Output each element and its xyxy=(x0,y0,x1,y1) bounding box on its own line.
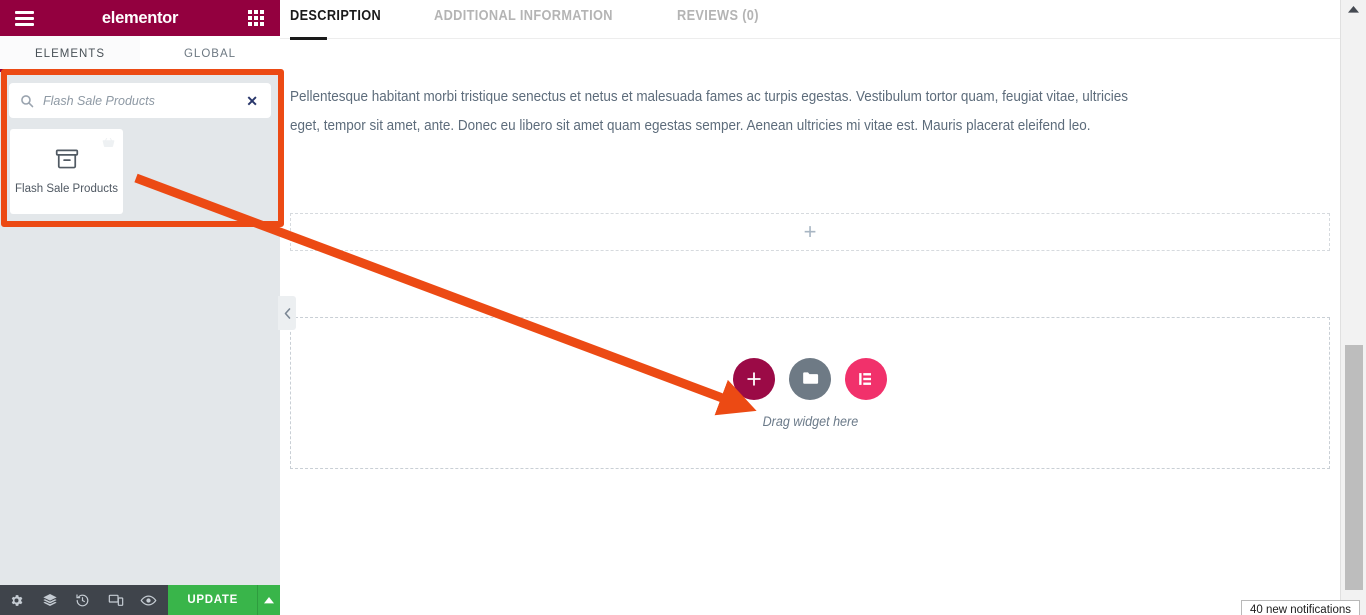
scrollbar-thumb[interactable] xyxy=(1345,345,1363,590)
tab-description[interactable]: DESCRIPTION xyxy=(290,8,381,40)
drag-widget-dropzone[interactable]: Drag widget here xyxy=(290,317,1330,469)
widget-card-flash-sale-products[interactable]: Flash Sale Products xyxy=(10,129,123,214)
apps-grid-icon[interactable] xyxy=(232,10,280,26)
tab-reviews[interactable]: REVIEWS (0) xyxy=(677,8,759,38)
panel-header: elementor xyxy=(0,0,280,36)
clear-search-icon[interactable]: ✕ xyxy=(244,94,260,108)
navigator-layers-icon[interactable] xyxy=(33,585,66,615)
widget-card-label: Flash Sale Products xyxy=(15,183,118,196)
panel-footer-toolbar: UPDATE xyxy=(0,585,280,615)
tab-elements[interactable]: ELEMENTS xyxy=(0,36,140,72)
settings-gear-icon[interactable] xyxy=(0,585,33,615)
panel-collapse-handle[interactable] xyxy=(278,296,296,330)
preview-changes-icon[interactable] xyxy=(132,585,165,615)
responsive-mode-icon[interactable] xyxy=(99,585,132,615)
elementor-logo-icon[interactable] xyxy=(845,357,887,400)
update-button[interactable]: UPDATE xyxy=(168,585,257,615)
widget-list: Flash Sale Products xyxy=(10,129,270,214)
elementor-brand-logo: elementor xyxy=(101,8,179,27)
archive-box-icon xyxy=(54,146,80,177)
widget-search-bar[interactable]: ✕ xyxy=(10,84,270,117)
elementor-editor-panel: elementor ELEMENTS GLOBAL ✕ xyxy=(0,0,280,615)
hamburger-menu-icon[interactable] xyxy=(0,10,48,26)
tab-global[interactable]: GLOBAL xyxy=(140,36,280,71)
panel-tabs: ELEMENTS GLOBAL xyxy=(0,36,280,72)
scroll-up-arrow-icon[interactable] xyxy=(1341,0,1366,18)
drag-widget-here-label: Drag widget here xyxy=(762,413,858,429)
dropzone-action-buttons xyxy=(733,357,887,400)
add-new-section-dropzone[interactable]: + xyxy=(290,213,1330,251)
history-icon[interactable] xyxy=(66,585,99,615)
search-icon xyxy=(20,94,36,108)
update-options-caret-icon[interactable] xyxy=(257,585,280,615)
page-canvas: DESCRIPTION ADDITIONAL INFORMATION REVIE… xyxy=(280,0,1340,615)
panel-body: ✕ Flash Sale Products xyxy=(0,72,280,585)
product-tabs: DESCRIPTION ADDITIONAL INFORMATION REVIE… xyxy=(280,0,1340,40)
add-template-button[interactable] xyxy=(789,357,831,400)
tab-additional-information[interactable]: ADDITIONAL INFORMATION xyxy=(434,8,613,38)
add-new-section-button[interactable] xyxy=(733,357,775,400)
search-input[interactable] xyxy=(36,93,245,108)
description-paragraph: Pellentesque habitant morbi tristique se… xyxy=(290,89,1129,134)
plus-icon: + xyxy=(803,219,817,244)
description-body: Pellentesque habitant morbi tristique se… xyxy=(280,39,1210,141)
notifications-status-bar[interactable]: 40 new notifications xyxy=(1240,600,1360,615)
shopping-basket-icon xyxy=(101,135,116,155)
page-scrollbar[interactable] xyxy=(1340,0,1366,615)
